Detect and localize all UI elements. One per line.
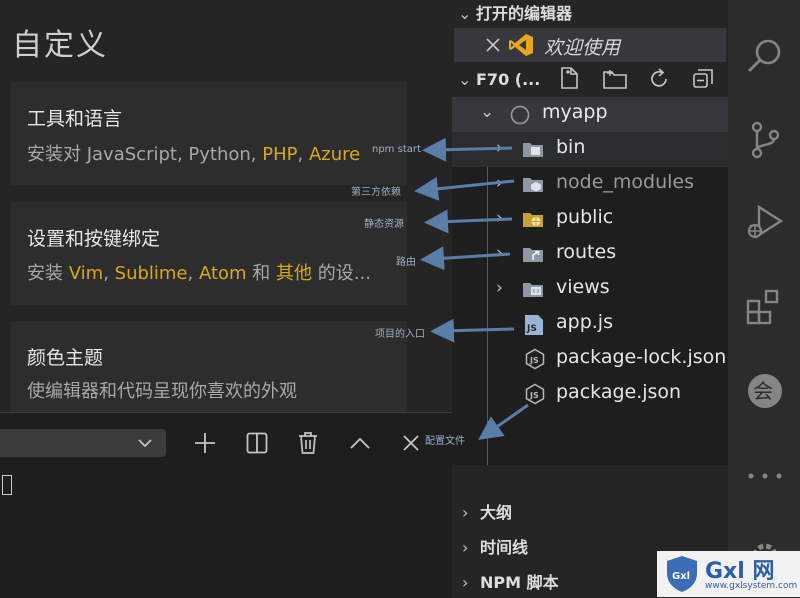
annotation-package: 配置文件 <box>425 436 465 447</box>
arrow-bin <box>422 137 513 162</box>
annotation-arrows <box>414 137 529 440</box>
arrow-package <box>478 403 529 440</box>
annotation-public: 静态资源 <box>364 219 404 230</box>
arrow-routes <box>420 246 511 271</box>
annotation-bin: npm start <box>372 144 421 155</box>
annotation-app: 项目的入口 <box>375 329 425 340</box>
annotation-routes: 路由 <box>396 257 416 268</box>
arrow-public <box>424 209 513 234</box>
arrow-node-modules <box>414 176 515 201</box>
watermark-url: www.gxlsystem.com <box>705 581 798 591</box>
annotation-node-modules: 第三方依赖 <box>351 187 401 198</box>
arrow-app <box>430 318 515 343</box>
svg-text:Gxl: Gxl <box>672 571 690 582</box>
watermark: Gxl Gxl 网 www.gxlsystem.com <box>657 551 800 597</box>
shield-icon: Gxl <box>667 556 697 592</box>
